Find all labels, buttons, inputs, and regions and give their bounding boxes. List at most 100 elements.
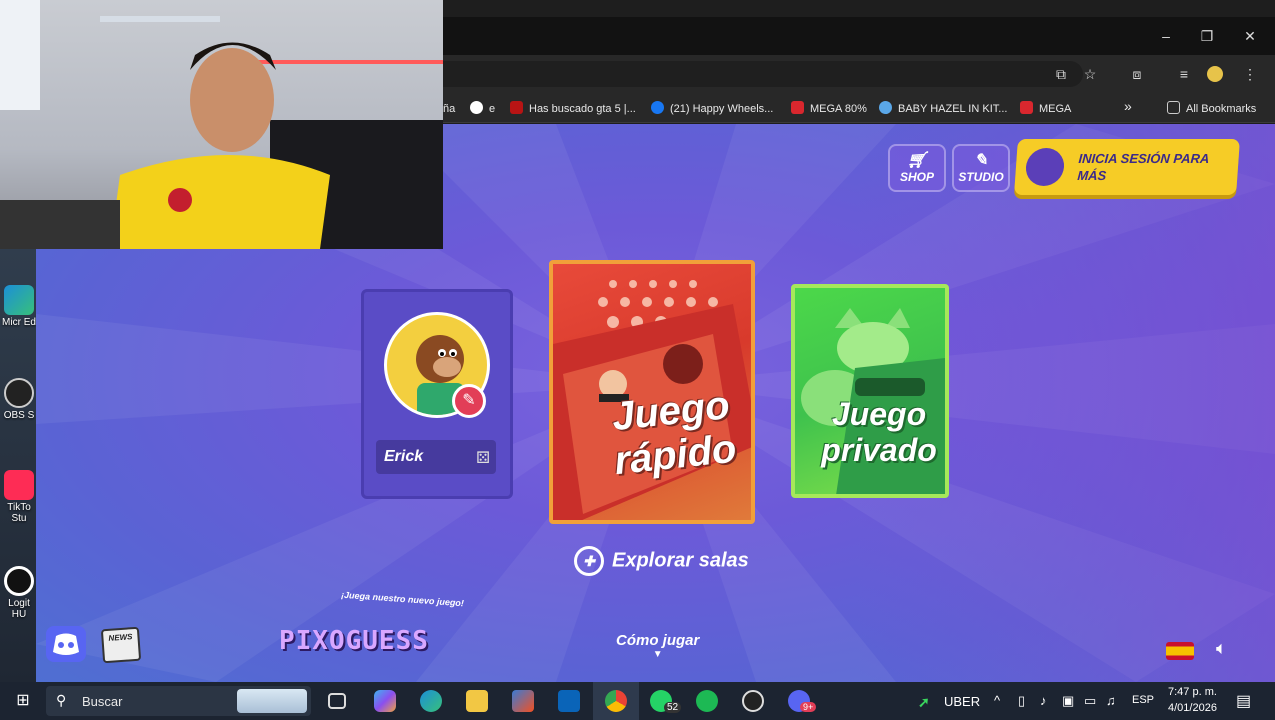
bookmark-label: e [489, 103, 496, 115]
obs-taskbar-icon[interactable] [742, 690, 764, 712]
player-name: Erick [384, 448, 424, 465]
notifications-icon[interactable]: ▤ [1236, 691, 1251, 711]
desktop-icon-label: TikTo Stu [7, 502, 31, 524]
volume-icon[interactable]: ♫ [1106, 693, 1116, 708]
bookmark-item[interactable]: (21) Happy Wheels... [651, 101, 773, 117]
media-controls-icon[interactable]: ≡ [1174, 64, 1194, 84]
name-field[interactable]: Erick ⚄ [376, 440, 496, 474]
edge-icon [4, 285, 34, 315]
globe-icon: ✚ [574, 546, 604, 576]
task-view-icon[interactable] [328, 693, 346, 709]
studio-icon: ✎ [974, 152, 988, 169]
menu-kebab-icon[interactable]: ⋮ [1240, 64, 1260, 84]
whatsapp-badge: 52 [664, 702, 682, 713]
bookmark-label: MEGA 80% [810, 103, 867, 115]
how-to-play-label: Cómo jugar [616, 632, 700, 649]
windows-start-icon[interactable]: ⊞ [12, 690, 34, 712]
desktop-icon-obs[interactable]: OBS S [2, 378, 36, 421]
gta-icon [510, 101, 523, 114]
private-game-card[interactable]: Juego privado [791, 284, 949, 498]
phone-link-icon[interactable]: ▯ [1018, 693, 1025, 709]
profile-avatar-icon[interactable] [1207, 66, 1223, 82]
login-button[interactable]: INICIA SESIÓN PARA MÁS [1014, 139, 1240, 195]
microsoft-store-icon[interactable] [512, 690, 534, 712]
edit-avatar-button[interactable]: ✎ [452, 384, 486, 418]
explore-rooms-label: Explorar salas [612, 549, 749, 572]
outlook-icon[interactable] [558, 690, 580, 712]
tiktok-studio-icon [4, 470, 34, 500]
desktop-icon-label: Micr Ed [2, 317, 36, 328]
chrome-icon[interactable] [605, 690, 627, 712]
spotify-icon[interactable] [696, 690, 718, 712]
discord-button[interactable] [46, 626, 86, 662]
discord-badge: 9+ [800, 702, 817, 712]
all-bookmarks-button[interactable]: All Bookmarks [1167, 101, 1256, 117]
obs-icon [4, 378, 34, 408]
install-app-icon[interactable]: ⧉ [1051, 64, 1071, 84]
uber-tray-icon[interactable]: ➚ [918, 694, 930, 711]
copilot-icon[interactable] [374, 690, 396, 712]
logitech-icon [4, 566, 34, 596]
edge-taskbar-icon[interactable] [420, 690, 442, 712]
baby-hazel-icon [879, 101, 892, 114]
desktop-icon-label: OBS S [3, 410, 35, 421]
clock-time[interactable]: 7:47 p. m. [1168, 686, 1217, 698]
studio-button[interactable]: ✎ STUDIO [952, 144, 1010, 192]
all-bookmarks-label: All Bookmarks [1186, 103, 1257, 115]
pixoguess-logo[interactable]: PIXOGUESS [279, 626, 429, 656]
close-button[interactable]: ✕ [1238, 25, 1262, 47]
desktop-icon-tiktok[interactable]: TikTo Stu [2, 470, 36, 524]
bookmark-star-icon[interactable]: ☆ [1080, 64, 1100, 84]
random-name-dice-icon[interactable]: ⚄ [476, 448, 490, 468]
shop-button[interactable]: 🛒︎ SHOP [888, 144, 946, 192]
facebook-icon [651, 101, 664, 114]
bookmark-item[interactable]: Has buscado gta 5 |... [510, 101, 636, 117]
sound-toggle-icon[interactable]: 🔈︎ [1216, 638, 1227, 659]
bookmark-label: MEGA [1039, 103, 1072, 115]
desktop-icon-logitech[interactable]: Logit HU [2, 566, 36, 620]
login-label: INICIA SESIÓN PARA MÁS [1076, 151, 1210, 183]
bookmark-item[interactable]: e [470, 101, 495, 117]
screen: Micr Ed OBS S TikTo Stu Logit HU – ❐ ✕ ⧉… [0, 0, 1275, 720]
language-indicator[interactable]: ESP [1132, 694, 1154, 706]
bookmarks-bar: ña e Has buscado gta 5 |... (21) Happy W… [443, 93, 1275, 123]
user-avatar-icon [1024, 148, 1066, 186]
explore-rooms-button[interactable]: ✚ Explorar salas [574, 546, 749, 578]
profile-card: ✎ Erick ⚄ [361, 289, 513, 499]
browser-titlebar: – ❐ ✕ [443, 17, 1275, 55]
google-icon [470, 101, 483, 114]
private-card-title-line2: privado [821, 432, 937, 468]
studio-label: STUDIO [958, 170, 1004, 184]
windows-taskbar: ⊞ ⚲ Buscar 52 9+ ➚ UBER ^ ▯ ♪ ▣ ▭ ♫ ESP … [0, 682, 1275, 720]
show-hidden-icons-chevron[interactable]: ^ [994, 693, 1000, 708]
webcam-feed [0, 0, 443, 249]
address-bar[interactable] [443, 61, 1083, 87]
discord-icon [53, 633, 79, 655]
maximize-button[interactable]: ❐ [1195, 25, 1219, 47]
mega-icon [1020, 101, 1033, 114]
bookmark-label: BABY HAZEL IN KIT... [898, 103, 1008, 115]
microphone-icon[interactable]: ♪ [1040, 693, 1047, 708]
extensions-icon[interactable]: ⧈ [1127, 64, 1147, 84]
spanish-flag-language-button[interactable] [1166, 642, 1194, 660]
news-button[interactable]: NEWS [100, 626, 142, 664]
network-icon[interactable]: ▭ [1084, 693, 1096, 709]
more-bookmarks-button[interactable]: » [1124, 98, 1132, 114]
bookmark-item[interactable]: MEGA 80% [791, 101, 867, 117]
clock-date[interactable]: 4/01/2026 [1168, 702, 1217, 714]
taskbar-search[interactable]: ⚲ Buscar [46, 686, 311, 716]
mega-icon [791, 101, 804, 114]
bookmark-label: ña [443, 103, 456, 115]
file-explorer-icon[interactable] [466, 690, 488, 712]
minimize-button[interactable]: – [1154, 25, 1178, 47]
private-card-title-line1: Juego [831, 396, 927, 432]
quick-game-card[interactable]: Juego rápido [549, 260, 755, 524]
how-to-play-button[interactable]: Cómo jugar ▼ [616, 632, 699, 660]
camera-icon[interactable]: ▣ [1062, 693, 1074, 709]
bookmark-item[interactable]: ña [443, 101, 455, 117]
desktop-icon-edge[interactable]: Micr Ed [2, 285, 36, 328]
search-placeholder: Buscar [82, 694, 123, 709]
bookmark-item[interactable]: BABY HAZEL IN KIT... [879, 101, 1007, 117]
tray-app-label[interactable]: UBER [944, 694, 980, 709]
bookmark-item[interactable]: MEGA [1020, 101, 1071, 117]
